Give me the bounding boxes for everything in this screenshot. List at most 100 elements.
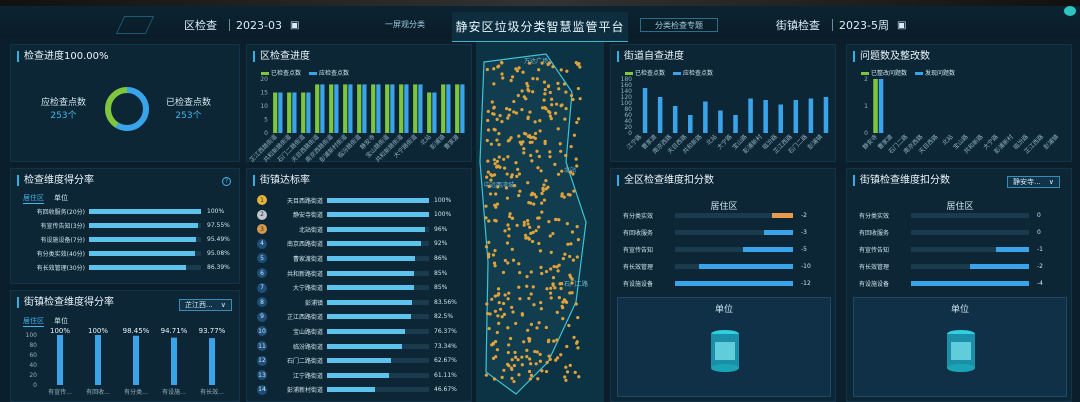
district-bar[interactable] bbox=[385, 84, 390, 133]
self-check-bar[interactable] bbox=[688, 115, 693, 133]
district-bar[interactable] bbox=[287, 92, 292, 134]
district-bar[interactable] bbox=[278, 92, 283, 134]
map-point bbox=[554, 111, 558, 115]
help-icon[interactable]: ? bbox=[222, 177, 231, 186]
map-point bbox=[524, 132, 528, 136]
self-check-bar[interactable] bbox=[733, 115, 738, 133]
y-tick-label: 60 bbox=[29, 352, 37, 359]
map-point bbox=[517, 66, 521, 70]
tab-inspection-topic[interactable]: 分类检查专题 bbox=[640, 18, 718, 32]
tab-residential[interactable]: 居住区 bbox=[23, 193, 44, 204]
done-check-value: 253个 bbox=[175, 111, 202, 121]
self-check-bar[interactable] bbox=[718, 110, 723, 134]
district-bar[interactable] bbox=[320, 84, 325, 133]
district-bar[interactable] bbox=[348, 84, 353, 133]
street-deduct-dropdown[interactable]: 静安寺... ∨ bbox=[1007, 176, 1060, 188]
self-check-bar[interactable] bbox=[823, 97, 829, 133]
district-bar[interactable] bbox=[362, 84, 367, 133]
map-point bbox=[487, 326, 491, 331]
right-filter[interactable]: 街镇检查 2023-5周 ▣ bbox=[770, 16, 906, 34]
tab-unit[interactable]: 单位 bbox=[54, 193, 68, 204]
district-bar[interactable] bbox=[343, 84, 348, 133]
y-tick-label: 0 bbox=[33, 382, 37, 389]
bar-value-label: 94.71% bbox=[161, 327, 188, 335]
dim-score-track bbox=[89, 237, 201, 242]
map-point bbox=[513, 350, 517, 355]
self-check-bar[interactable] bbox=[778, 104, 783, 134]
district-bar[interactable] bbox=[441, 84, 446, 133]
dim-score-track bbox=[89, 223, 201, 228]
district-bar[interactable] bbox=[376, 84, 381, 133]
street-dim-bar[interactable] bbox=[57, 335, 63, 385]
map-point bbox=[507, 291, 511, 295]
district-bar[interactable] bbox=[371, 84, 376, 133]
self-check-bar[interactable] bbox=[657, 97, 663, 133]
district-bar[interactable] bbox=[273, 92, 278, 134]
district-bar[interactable] bbox=[315, 84, 320, 133]
map-point bbox=[495, 117, 499, 121]
self-check-bar[interactable] bbox=[748, 98, 753, 134]
street-dim-bar[interactable] bbox=[133, 335, 139, 385]
left-filter[interactable]: 区检查 2023-03 ▣ bbox=[178, 16, 299, 34]
map-point bbox=[564, 90, 568, 94]
street-dim-bar[interactable] bbox=[95, 335, 101, 385]
x-tick-label: 有宣传... bbox=[48, 388, 72, 396]
right-filter-date[interactable]: 2023-5周 bbox=[839, 17, 889, 33]
street-rate-row: 1 天目西路街道 100% bbox=[257, 195, 469, 205]
self-check-bar[interactable] bbox=[642, 88, 648, 133]
issues-bar[interactable] bbox=[878, 79, 884, 133]
deduct-track bbox=[911, 213, 1029, 218]
map-point bbox=[522, 340, 526, 344]
self-check-bar[interactable] bbox=[672, 106, 678, 133]
calendar-icon[interactable]: ▣ bbox=[290, 20, 299, 31]
district-bar[interactable] bbox=[390, 84, 395, 133]
unit-box: 单位 bbox=[853, 297, 1067, 397]
street-dim-bar[interactable] bbox=[171, 337, 177, 385]
district-bar[interactable] bbox=[329, 84, 334, 133]
self-check-bar[interactable] bbox=[793, 100, 799, 133]
deduct-row: 有设施设备 -12 bbox=[623, 279, 829, 288]
deduct-row: 有回收服务 0 bbox=[859, 228, 1065, 237]
map-point bbox=[528, 357, 532, 361]
map-point bbox=[485, 302, 489, 306]
left-filter-date[interactable]: 2023-03 bbox=[236, 19, 282, 32]
district-bar[interactable] bbox=[446, 84, 451, 133]
map-point bbox=[556, 269, 560, 273]
district-bar[interactable] bbox=[455, 84, 460, 133]
x-tick-label: 有设施... bbox=[162, 388, 186, 396]
map-point bbox=[503, 293, 507, 297]
district-bar[interactable] bbox=[404, 84, 409, 133]
street-dropdown[interactable]: 芷江西... ∨ bbox=[179, 299, 232, 311]
district-bar[interactable] bbox=[292, 92, 297, 134]
district-bar[interactable] bbox=[432, 92, 437, 134]
district-bar[interactable] bbox=[418, 84, 423, 133]
should-check-label: 应检查点数 bbox=[41, 98, 87, 108]
district-map[interactable]: 万达广场 中远两湾城 北站 石门二路 bbox=[476, 42, 604, 402]
map-point bbox=[492, 377, 497, 381]
issues-bar[interactable] bbox=[873, 79, 878, 133]
district-bar[interactable] bbox=[301, 92, 306, 134]
district-bar[interactable] bbox=[413, 84, 418, 133]
map-point bbox=[497, 292, 501, 296]
assistant-icon[interactable] bbox=[1064, 6, 1076, 16]
self-check-bar[interactable] bbox=[808, 98, 814, 134]
dim-score-track bbox=[89, 265, 201, 270]
district-bar[interactable] bbox=[399, 84, 404, 133]
district-bar[interactable] bbox=[427, 92, 432, 134]
rate-track bbox=[327, 212, 429, 218]
map-point bbox=[571, 258, 576, 262]
rate-track bbox=[327, 358, 429, 364]
district-bar[interactable] bbox=[460, 84, 465, 133]
district-bar[interactable] bbox=[334, 84, 339, 133]
district-bar[interactable] bbox=[357, 84, 362, 133]
tab-overview[interactable]: 一屏观分类 bbox=[370, 18, 440, 32]
calendar-icon-right[interactable]: ▣ bbox=[897, 20, 906, 31]
dim-score-track bbox=[89, 251, 201, 256]
self-check-bar[interactable] bbox=[703, 101, 708, 134]
deduct-value: -2 bbox=[1037, 263, 1043, 270]
map-point bbox=[507, 214, 512, 219]
district-bar[interactable] bbox=[306, 92, 311, 134]
street-rate-row: 14 彭浦新村街道 46.67% bbox=[257, 384, 469, 395]
self-check-bar[interactable] bbox=[763, 100, 768, 133]
street-dim-bar[interactable] bbox=[209, 338, 215, 385]
